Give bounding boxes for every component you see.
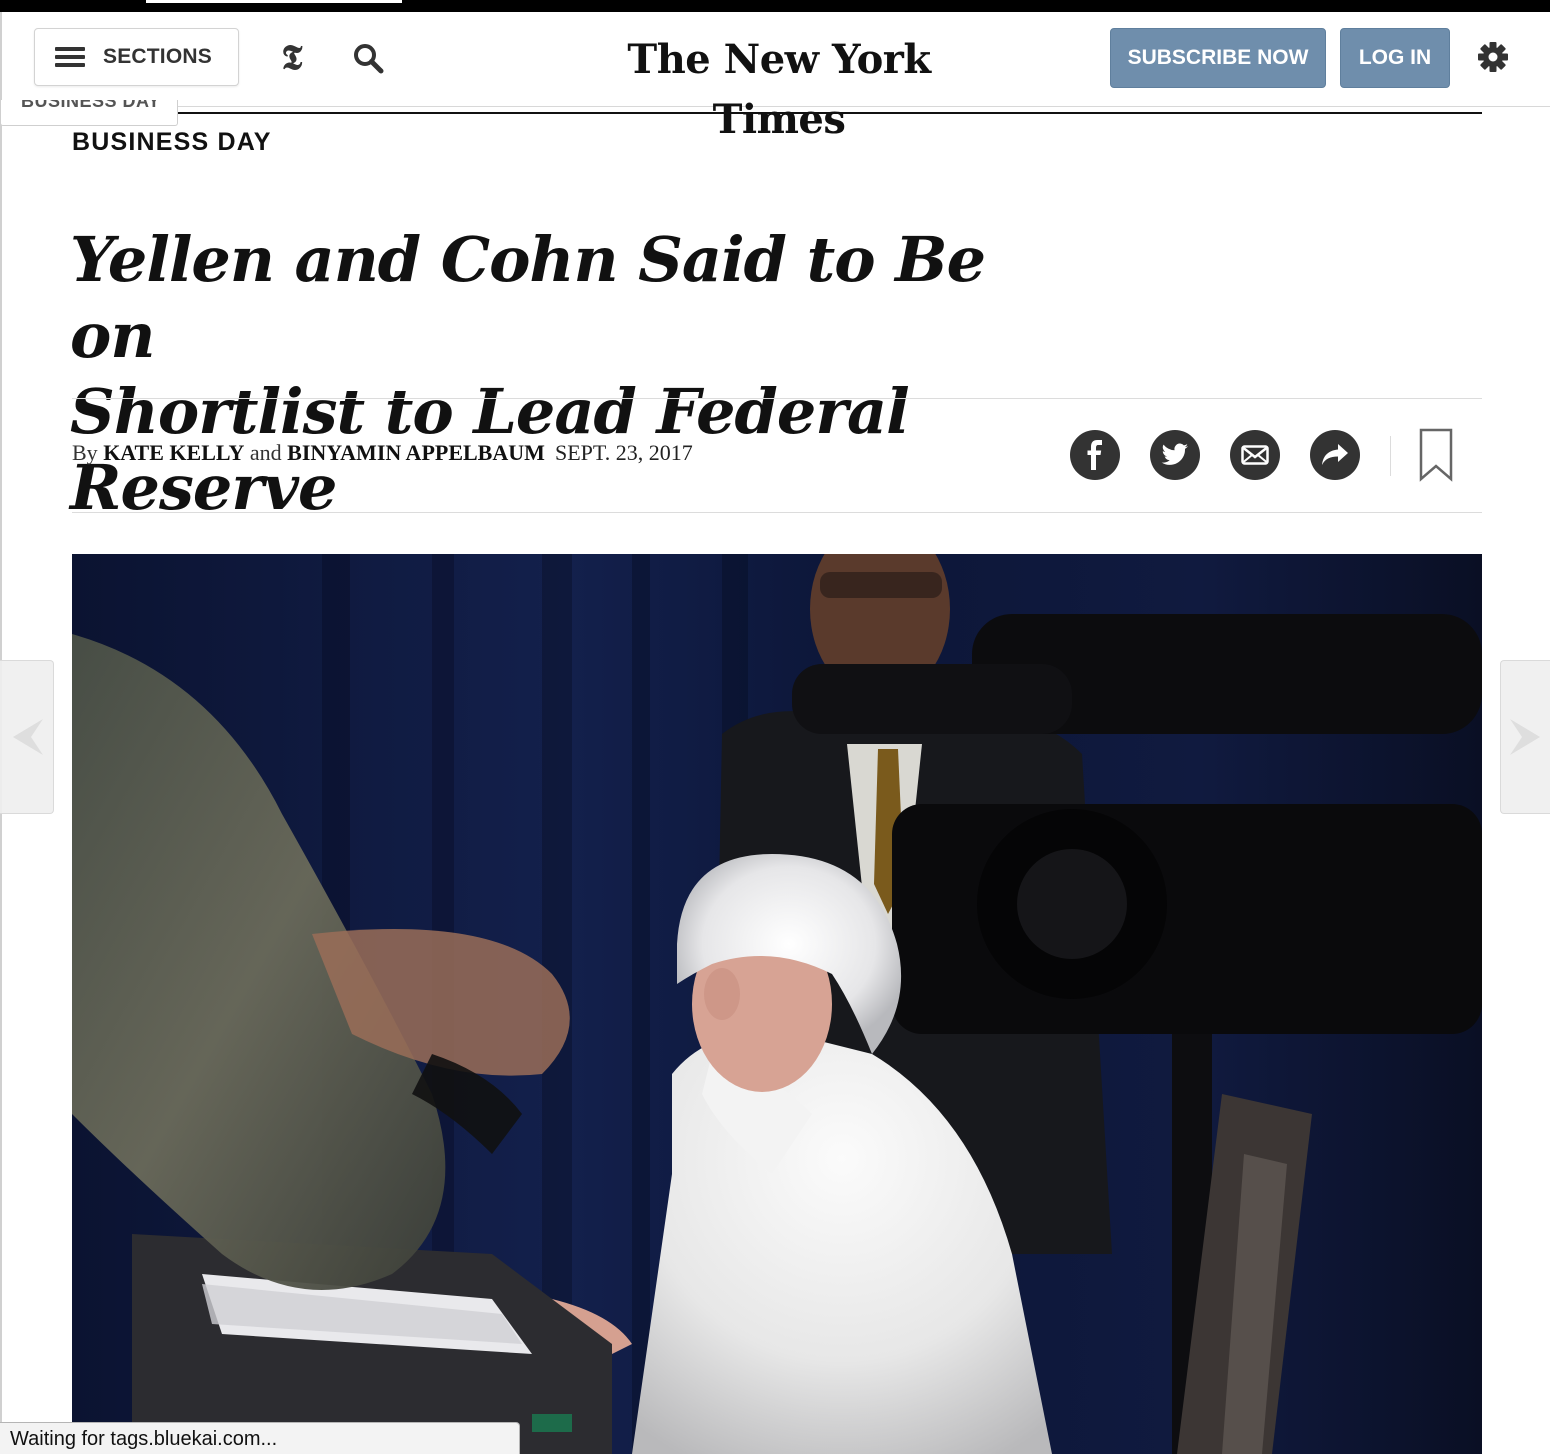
publish-date: SEPT. 23, 2017 bbox=[555, 440, 693, 465]
search-icon[interactable] bbox=[352, 42, 384, 74]
lead-photo[interactable] bbox=[72, 554, 1482, 1454]
gear-icon[interactable] bbox=[1476, 40, 1510, 74]
share-divider bbox=[1390, 436, 1391, 476]
nyt-wordmark-logo[interactable]: The New York Times bbox=[562, 30, 996, 143]
ribbon-tab-label: BUSINESS DAY bbox=[21, 100, 161, 111]
author-link-binyamin-appelbaum[interactable]: BINYAMIN APPELBAUM bbox=[287, 440, 545, 465]
author-link-kate-kelly[interactable]: KATE KELLY bbox=[103, 440, 244, 465]
share-facebook-button[interactable] bbox=[1070, 430, 1120, 480]
chevron-right-icon bbox=[1509, 719, 1540, 755]
byline-top-rule bbox=[72, 398, 1482, 399]
share-email-button[interactable] bbox=[1230, 430, 1280, 480]
headline-line-1: Yellen and Cohn Said to Be on bbox=[70, 223, 986, 372]
bookmark-icon[interactable] bbox=[1418, 428, 1454, 482]
hamburger-menu-icon bbox=[55, 47, 85, 67]
facebook-icon bbox=[1087, 440, 1102, 470]
ribbon-rule bbox=[178, 112, 1482, 114]
byline: By KATE KELLY and BINYAMIN APPELBAUM bbox=[72, 440, 545, 466]
previous-article-arrow[interactable] bbox=[0, 660, 54, 814]
ribbon-section-tab[interactable]: BUSINESS DAY bbox=[0, 100, 178, 126]
log-in-button[interactable]: LOG IN bbox=[1340, 28, 1450, 88]
byline-bottom-rule bbox=[72, 512, 1482, 513]
byline-prefix: By bbox=[72, 440, 98, 465]
masthead: SECTIONS 𝕿 The New York Times SUBSCRIBE … bbox=[2, 12, 1550, 143]
sections-label: SECTIONS bbox=[103, 45, 212, 68]
page-load-indicator bbox=[146, 0, 402, 3]
section-kicker[interactable]: BUSINESS DAY bbox=[72, 128, 272, 157]
chevron-left-icon bbox=[12, 719, 43, 755]
lead-photo-image bbox=[72, 554, 1482, 1454]
more-share-icon bbox=[1322, 444, 1348, 465]
twitter-icon bbox=[1161, 443, 1188, 465]
subscribe-now-button[interactable]: SUBSCRIBE NOW bbox=[1110, 28, 1326, 88]
article-headline: Yellen and Cohn Said to Be on Shortlist … bbox=[70, 222, 1050, 526]
browser-status-bar: Waiting for tags.bluekai.com... bbox=[0, 1422, 520, 1454]
browser-top-strip bbox=[0, 0, 1550, 12]
byline-and: and bbox=[249, 440, 282, 465]
sections-button[interactable]: SECTIONS bbox=[34, 28, 239, 86]
next-article-arrow[interactable] bbox=[1500, 660, 1550, 814]
email-icon bbox=[1241, 445, 1269, 465]
share-twitter-button[interactable] bbox=[1150, 430, 1200, 480]
share-more-button[interactable] bbox=[1310, 430, 1360, 480]
nyt-t-logo-icon[interactable]: 𝕿 bbox=[274, 38, 310, 78]
